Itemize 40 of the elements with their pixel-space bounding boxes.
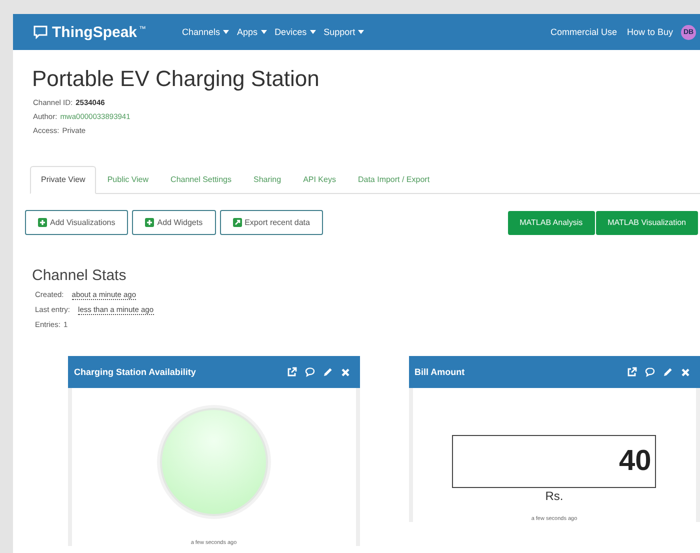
comment-icon[interactable] [304,367,314,377]
close-icon[interactable] [340,368,350,376]
caret-icon [310,30,316,34]
external-link-icon[interactable] [286,367,296,377]
external-link-icon[interactable] [627,367,637,377]
nav-menu[interactable]: Apps [237,27,267,37]
widget-title: Charging Station Availability [74,367,197,377]
pencil-icon[interactable] [322,367,332,377]
tab[interactable]: Data Import / Export [346,166,441,194]
nav-menu[interactable]: Devices [274,27,316,37]
unit-label: Rs. [545,489,564,503]
plus-icon [145,218,154,227]
comment-icon[interactable] [645,367,655,377]
plus-icon [38,218,47,227]
tab[interactable]: Private View [30,166,96,194]
caret-icon [260,30,267,34]
section-heading: Channel Stats [32,267,128,284]
matlab-button[interactable]: MATLAB Visualization [596,210,698,234]
caret-icon [358,30,364,34]
nav-menu[interactable]: Channels [182,27,230,37]
action-button[interactable]: Add Widgets [132,210,216,235]
export-icon [232,218,242,227]
nav-link[interactable]: How to Buy [626,27,673,37]
nav-menu[interactable]: Support [324,27,364,37]
close-icon[interactable] [681,368,690,376]
action-button[interactable]: Export recent data [220,210,323,235]
pencil-icon[interactable] [663,367,673,377]
channel-title: Portable EV Charging Station [32,66,320,92]
nav-link[interactable]: Commercial Use [550,27,617,37]
numeric-display: 40 [452,435,656,488]
tab[interactable]: Sharing [242,166,292,194]
action-button[interactable]: Add Visualizations [25,210,128,235]
caret-icon [223,30,230,34]
brand-name[interactable]: ThingSpeak [52,24,138,40]
matlab-button[interactable]: MATLAB Analysis [508,210,595,234]
tab[interactable]: Public View [96,166,160,194]
tab[interactable]: API Keys [292,166,347,194]
tab[interactable]: Channel Settings [160,166,242,194]
widget-title: Bill Amount [414,367,466,377]
chat-logo-icon[interactable] [33,25,48,39]
